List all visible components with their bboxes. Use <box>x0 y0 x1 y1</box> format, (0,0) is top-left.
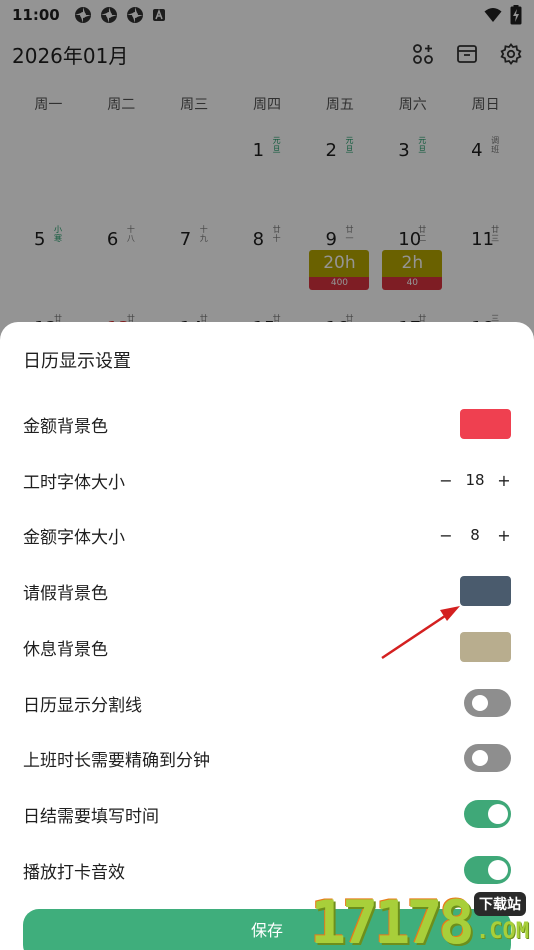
setting-label: 金额字体大小 <box>23 527 125 548</box>
setting-punch-sound: 播放打卡音效 <box>23 850 511 890</box>
setting-label: 上班时长需要精确到分钟 <box>23 750 210 771</box>
setting-label: 金额背景色 <box>23 416 108 437</box>
daily-time-toggle[interactable] <box>464 800 511 828</box>
sheet-title: 日历显示设置 <box>23 351 131 372</box>
amount-bg-color-swatch[interactable] <box>460 409 511 439</box>
increment-button[interactable]: + <box>497 471 511 490</box>
toggle-knob <box>488 860 508 880</box>
setting-leave-bg: 请假背景色 <box>23 571 511 611</box>
site-watermark-logo: 17178 下载站 .COM <box>308 886 534 950</box>
toggle-knob <box>472 750 488 766</box>
hours-font-stepper: − 18 + <box>439 471 511 490</box>
watermark-tag: 下载站 <box>474 892 526 916</box>
watermark-suffix: .COM <box>476 919 529 944</box>
setting-minute-precision: 上班时长需要精确到分钟 <box>23 738 511 778</box>
divider-toggle[interactable] <box>464 689 511 717</box>
calendar-display-settings-sheet: 日历显示设置 金额背景色 工时字体大小 − 18 + 金额字体大小 − 8 + … <box>0 322 534 950</box>
setting-rest-bg: 休息背景色 <box>23 627 511 667</box>
setting-daily-time: 日结需要填写时间 <box>23 794 511 834</box>
watermark-digits: 17178 <box>310 888 475 950</box>
setting-label: 日历显示分割线 <box>23 695 142 716</box>
setting-show-divider: 日历显示分割线 <box>23 683 511 723</box>
setting-amount-font-size: 金额字体大小 − 8 + <box>23 515 511 555</box>
leave-bg-color-swatch[interactable] <box>460 576 511 606</box>
toggle-knob <box>488 804 508 824</box>
rest-bg-color-swatch[interactable] <box>460 632 511 662</box>
setting-amount-bg: 金额背景色 <box>23 404 511 444</box>
setting-label: 请假背景色 <box>23 583 108 604</box>
setting-label: 日结需要填写时间 <box>23 806 159 827</box>
stepper-value: 8 <box>470 526 480 544</box>
increment-button[interactable]: + <box>497 526 511 545</box>
minute-precision-toggle[interactable] <box>464 744 511 772</box>
toggle-knob <box>472 695 488 711</box>
decrement-button[interactable]: − <box>439 526 453 545</box>
setting-label: 工时字体大小 <box>23 472 125 493</box>
amount-font-stepper: − 8 + <box>439 526 511 545</box>
setting-label: 休息背景色 <box>23 639 108 660</box>
setting-label: 播放打卡音效 <box>23 862 125 883</box>
decrement-button[interactable]: − <box>439 471 453 490</box>
punch-sound-toggle[interactable] <box>464 856 511 884</box>
stepper-value: 18 <box>465 471 485 489</box>
setting-hours-font-size: 工时字体大小 − 18 + <box>23 460 511 500</box>
